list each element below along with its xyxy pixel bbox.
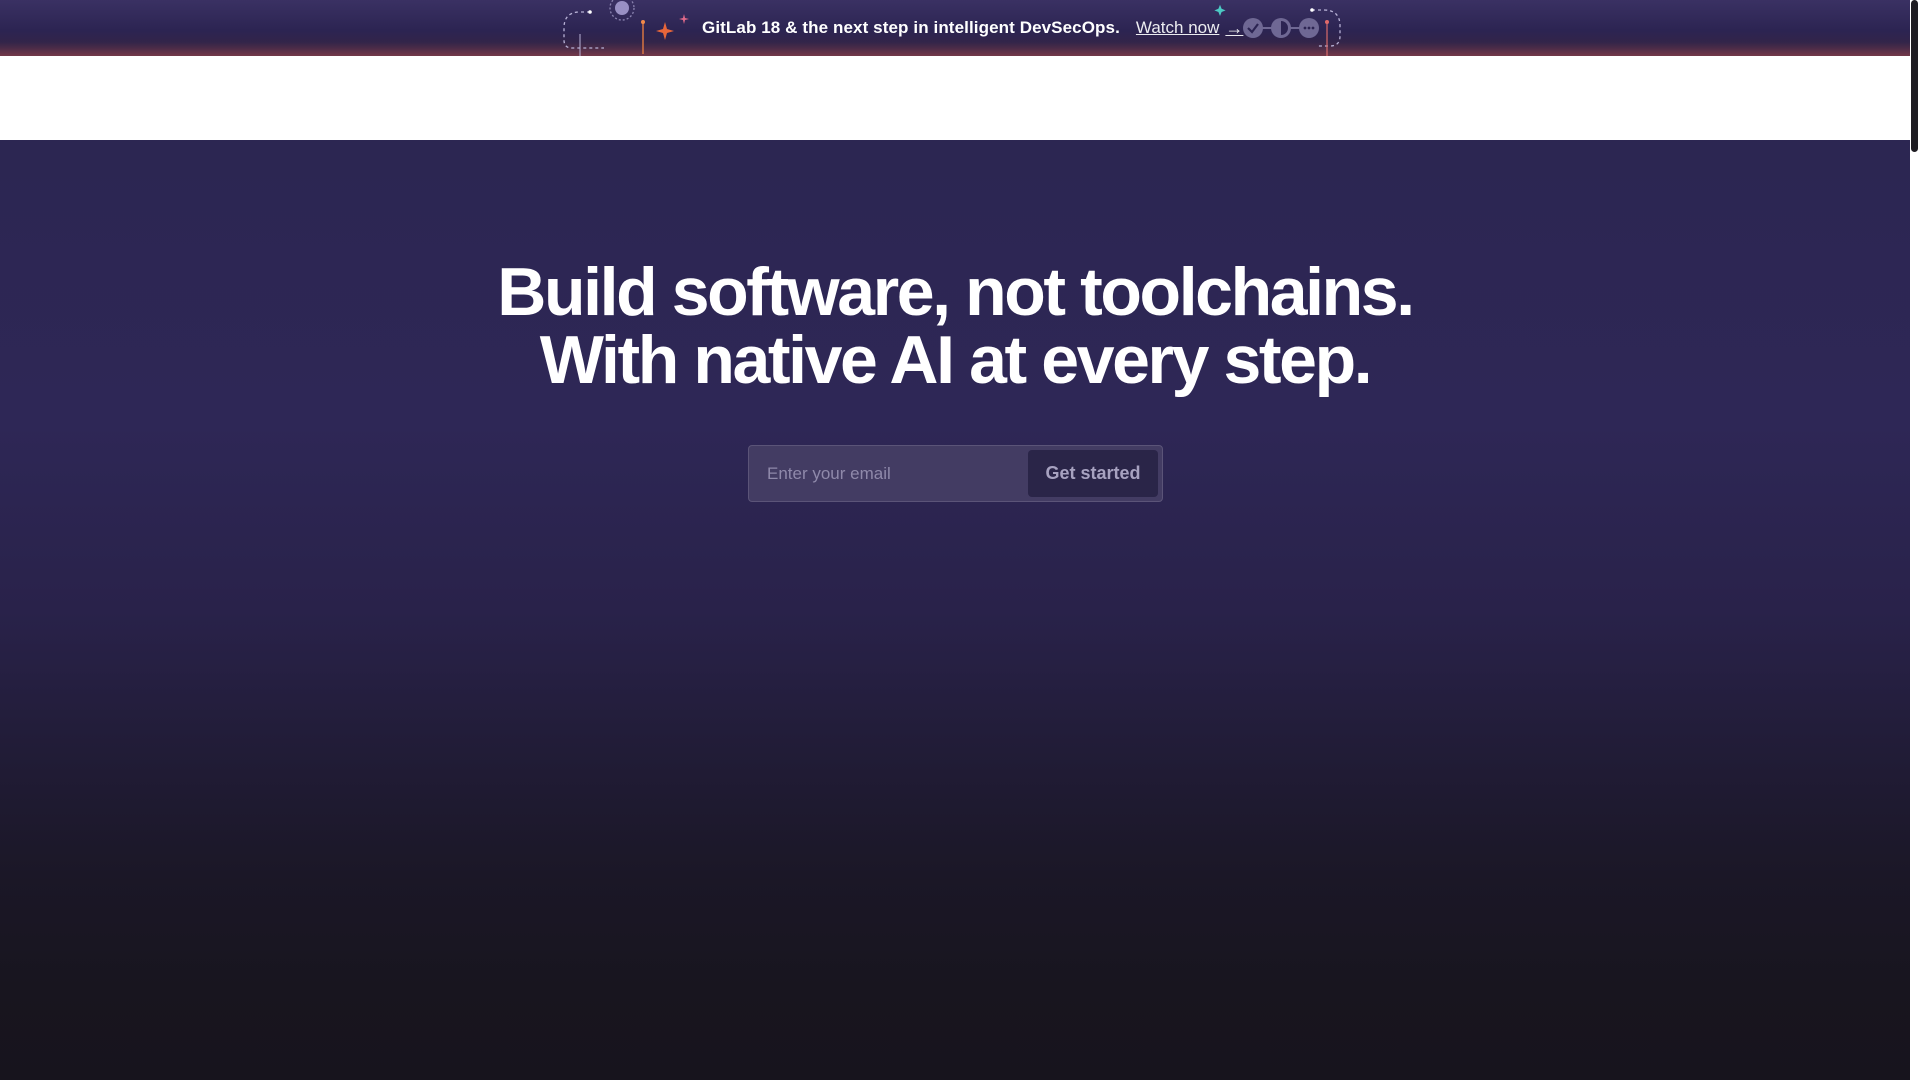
- hero-title-line-2: With native AI at every step.: [539, 322, 1373, 398]
- banner-content: GitLab 18 & the next step in intelligent…: [702, 0, 1243, 56]
- watch-now-label: Watch now: [1135, 18, 1220, 37]
- get-started-button[interactable]: Get started: [1028, 450, 1158, 497]
- email-signup-form: Get started: [748, 445, 1163, 502]
- check-circle-icon: [1243, 18, 1263, 38]
- dots-circle-icon: [1299, 18, 1319, 38]
- scrollbar[interactable]: [1910, 0, 1920, 1080]
- banner-right-decoration: [1214, 4, 1341, 56]
- email-input[interactable]: [749, 446, 1028, 501]
- announcement-banner: GitLab 18 & the next step in intelligent…: [0, 0, 1910, 56]
- hero-title-line-1: Build software, not toolchains.: [497, 254, 1415, 330]
- scrollbar-thumb[interactable]: [1911, 0, 1918, 152]
- site-header: [0, 56, 1910, 140]
- banner-text: GitLab 18 & the next step in intelligent…: [702, 18, 1120, 37]
- banner-left-decoration: [563, 0, 689, 56]
- hero-section: Build software, not toolchains. With nat…: [0, 140, 1910, 1080]
- sparkle-icon: [656, 14, 689, 40]
- half-circle-icon: [1271, 18, 1291, 38]
- hero-title: Build software, not toolchains. With nat…: [0, 258, 1910, 394]
